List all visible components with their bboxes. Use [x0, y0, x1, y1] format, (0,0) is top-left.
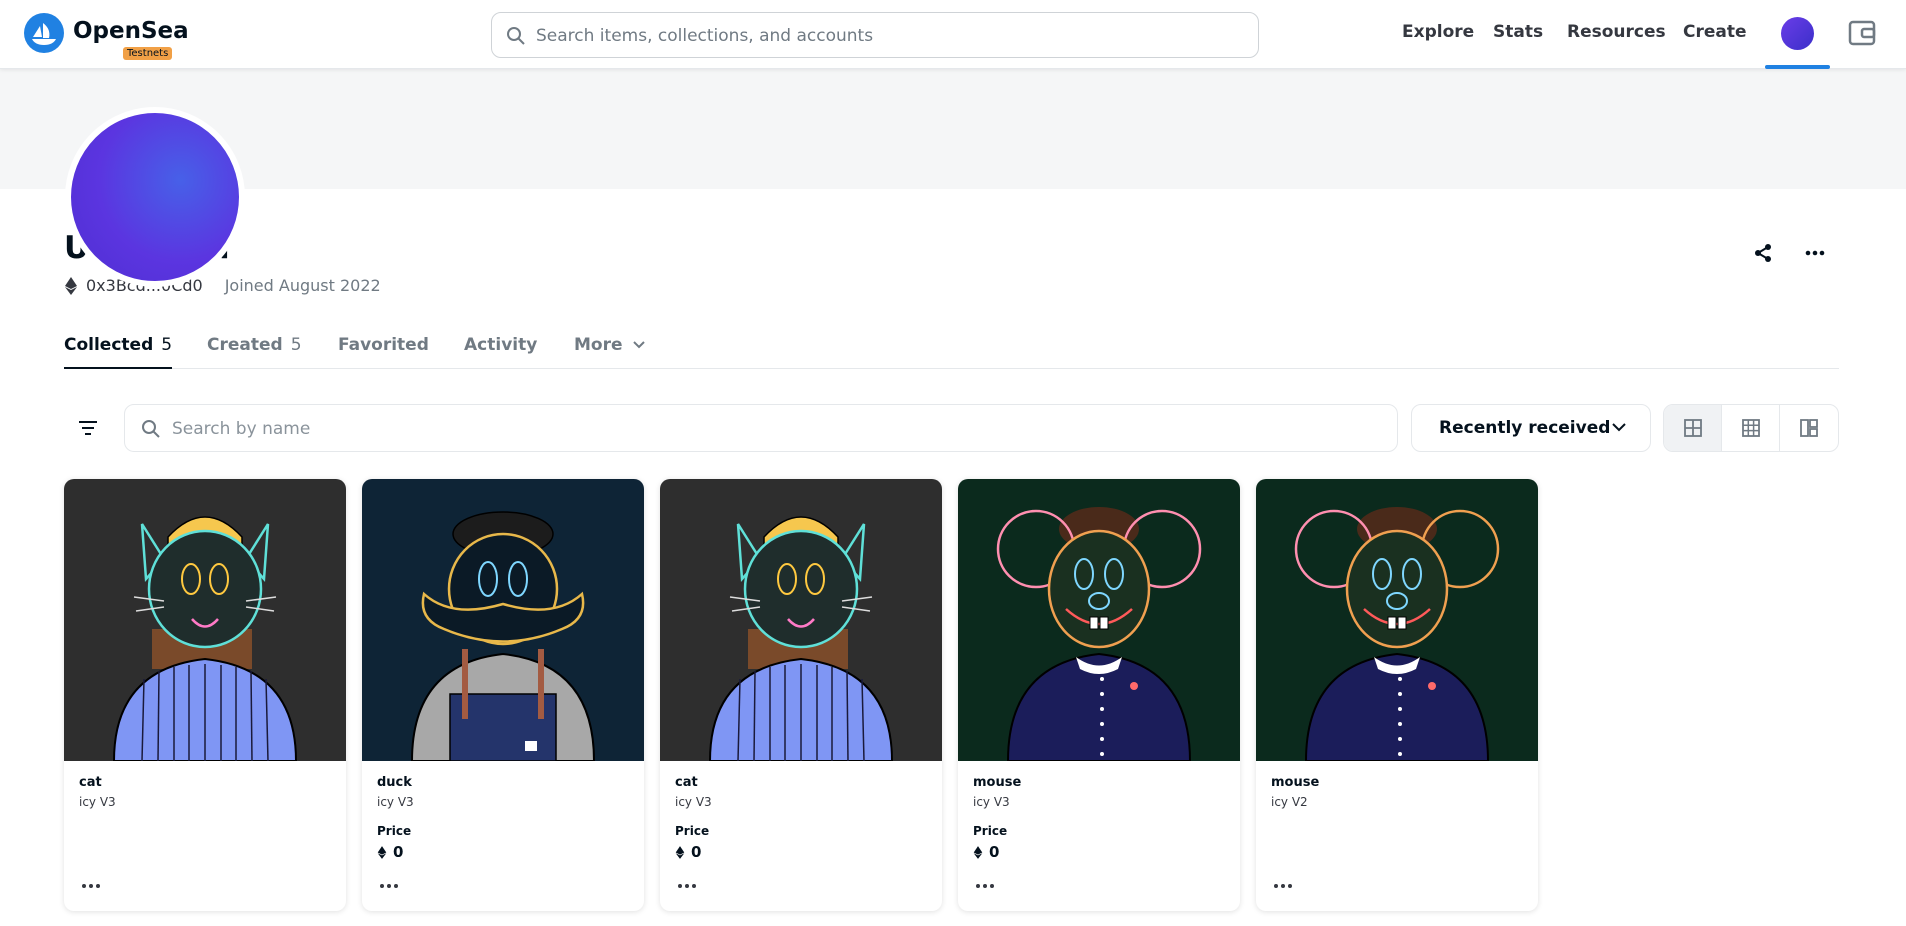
- mosaic-icon: [1800, 419, 1818, 437]
- search-by-name-placeholder: Search by name: [172, 419, 311, 439]
- view-toggle-group: [1663, 404, 1839, 452]
- nav-stats[interactable]: Stats: [1493, 22, 1543, 42]
- filter-icon[interactable]: [78, 419, 98, 437]
- nft-collection[interactable]: icy V2: [1271, 795, 1308, 809]
- tab-collected-label: Collected: [64, 335, 154, 355]
- global-search-placeholder: Search items, collections, and accounts: [536, 26, 874, 46]
- tab-activity-label: Activity: [464, 335, 538, 355]
- nft-collection[interactable]: icy V3: [377, 795, 414, 809]
- nav-resources[interactable]: Resources: [1567, 22, 1666, 42]
- price-label: Price: [377, 824, 412, 838]
- more-options-icon[interactable]: [1804, 242, 1826, 264]
- search-by-name-input[interactable]: Search by name: [124, 404, 1398, 452]
- chevron-down-icon: [1612, 423, 1626, 432]
- nft-title: mouse: [1271, 775, 1320, 790]
- search-icon: [142, 420, 160, 438]
- nft-card[interactable]: mouse icy V3 Price 0: [958, 479, 1240, 911]
- nav-explore[interactable]: Explore: [1402, 22, 1474, 42]
- nft-image-cat[interactable]: [64, 479, 346, 761]
- profile-avatar-button[interactable]: [1781, 17, 1814, 50]
- price-value: 0: [973, 843, 999, 861]
- chevron-down-icon: [633, 341, 646, 349]
- mosaic-view-button[interactable]: [1780, 405, 1838, 451]
- more-options-icon[interactable]: [1273, 883, 1293, 889]
- small-grid-icon: [1742, 419, 1760, 437]
- opensea-logo-icon[interactable]: [24, 13, 64, 53]
- tab-created[interactable]: Created 5: [207, 335, 302, 369]
- nft-collection[interactable]: icy V3: [675, 795, 712, 809]
- nft-collection[interactable]: icy V3: [79, 795, 116, 809]
- large-grid-view-button[interactable]: [1664, 405, 1722, 451]
- price-value: 0: [675, 843, 701, 861]
- sort-dropdown[interactable]: Recently received: [1411, 404, 1651, 452]
- price-value: 0: [377, 843, 403, 861]
- search-icon: [507, 27, 525, 45]
- address-row: 0x3Bcd...0Cd0 Joined August 2022: [64, 276, 381, 295]
- brand-name[interactable]: OpenSea: [73, 18, 189, 44]
- ethereum-icon: [973, 845, 983, 859]
- tab-collected-count: 5: [161, 335, 173, 355]
- tab-more[interactable]: More: [574, 335, 646, 369]
- share-icon[interactable]: [1752, 242, 1774, 264]
- profile-tabs: Collected 5 Created 5 Favorited Activity M…: [64, 335, 1839, 369]
- ethereum-icon: [65, 276, 77, 295]
- testnets-badge: Testnets: [123, 47, 173, 60]
- wallet-icon[interactable]: [1848, 20, 1876, 46]
- ethereum-icon: [377, 845, 387, 859]
- nft-image-cat[interactable]: [660, 479, 942, 761]
- nft-title: cat: [79, 775, 102, 790]
- more-options-icon[interactable]: [975, 883, 995, 889]
- more-options-icon[interactable]: [379, 883, 399, 889]
- tab-collected[interactable]: Collected 5: [64, 335, 173, 369]
- profile-avatar[interactable]: [65, 107, 245, 287]
- top-navbar: OpenSea Testnets Search items, collectio…: [0, 0, 1906, 69]
- price-amount: 0: [691, 843, 702, 861]
- nft-card[interactable]: cat icy V3: [64, 479, 346, 911]
- nft-collection[interactable]: icy V3: [973, 795, 1010, 809]
- tab-created-count: 5: [290, 335, 302, 355]
- global-search-input[interactable]: Search items, collections, and accounts: [491, 12, 1259, 58]
- tab-activity[interactable]: Activity: [464, 335, 537, 369]
- nft-title: cat: [675, 775, 698, 790]
- nft-card[interactable]: mouse icy V2: [1256, 479, 1538, 911]
- nft-image-mouse[interactable]: [958, 479, 1240, 761]
- ethereum-icon: [675, 845, 685, 859]
- nft-card[interactable]: cat icy V3 Price 0: [660, 479, 942, 911]
- active-indicator: [1765, 65, 1830, 69]
- tab-favorited-label: Favorited: [338, 335, 429, 355]
- more-options-icon[interactable]: [81, 883, 101, 889]
- tab-favorited[interactable]: Favorited: [338, 335, 429, 369]
- tab-more-label: More: [574, 335, 623, 355]
- nft-title: duck: [377, 775, 412, 790]
- price-amount: 0: [393, 843, 404, 861]
- small-grid-view-button[interactable]: [1722, 405, 1780, 451]
- nav-create[interactable]: Create: [1683, 22, 1747, 42]
- nft-image-duck[interactable]: [362, 479, 644, 761]
- more-options-icon[interactable]: [677, 883, 697, 889]
- nft-title: mouse: [973, 775, 1022, 790]
- price-label: Price: [675, 824, 710, 838]
- sort-label: Recently received: [1439, 418, 1611, 438]
- nft-image-mouse[interactable]: [1256, 479, 1538, 761]
- profile-banner: [0, 69, 1906, 287]
- tab-created-label: Created: [207, 335, 283, 355]
- price-label: Price: [973, 824, 1008, 838]
- price-amount: 0: [989, 843, 1000, 861]
- joined-date: Joined August 2022: [224, 276, 381, 295]
- nft-card[interactable]: duck icy V3 Price 0: [362, 479, 644, 911]
- large-grid-icon: [1684, 419, 1702, 437]
